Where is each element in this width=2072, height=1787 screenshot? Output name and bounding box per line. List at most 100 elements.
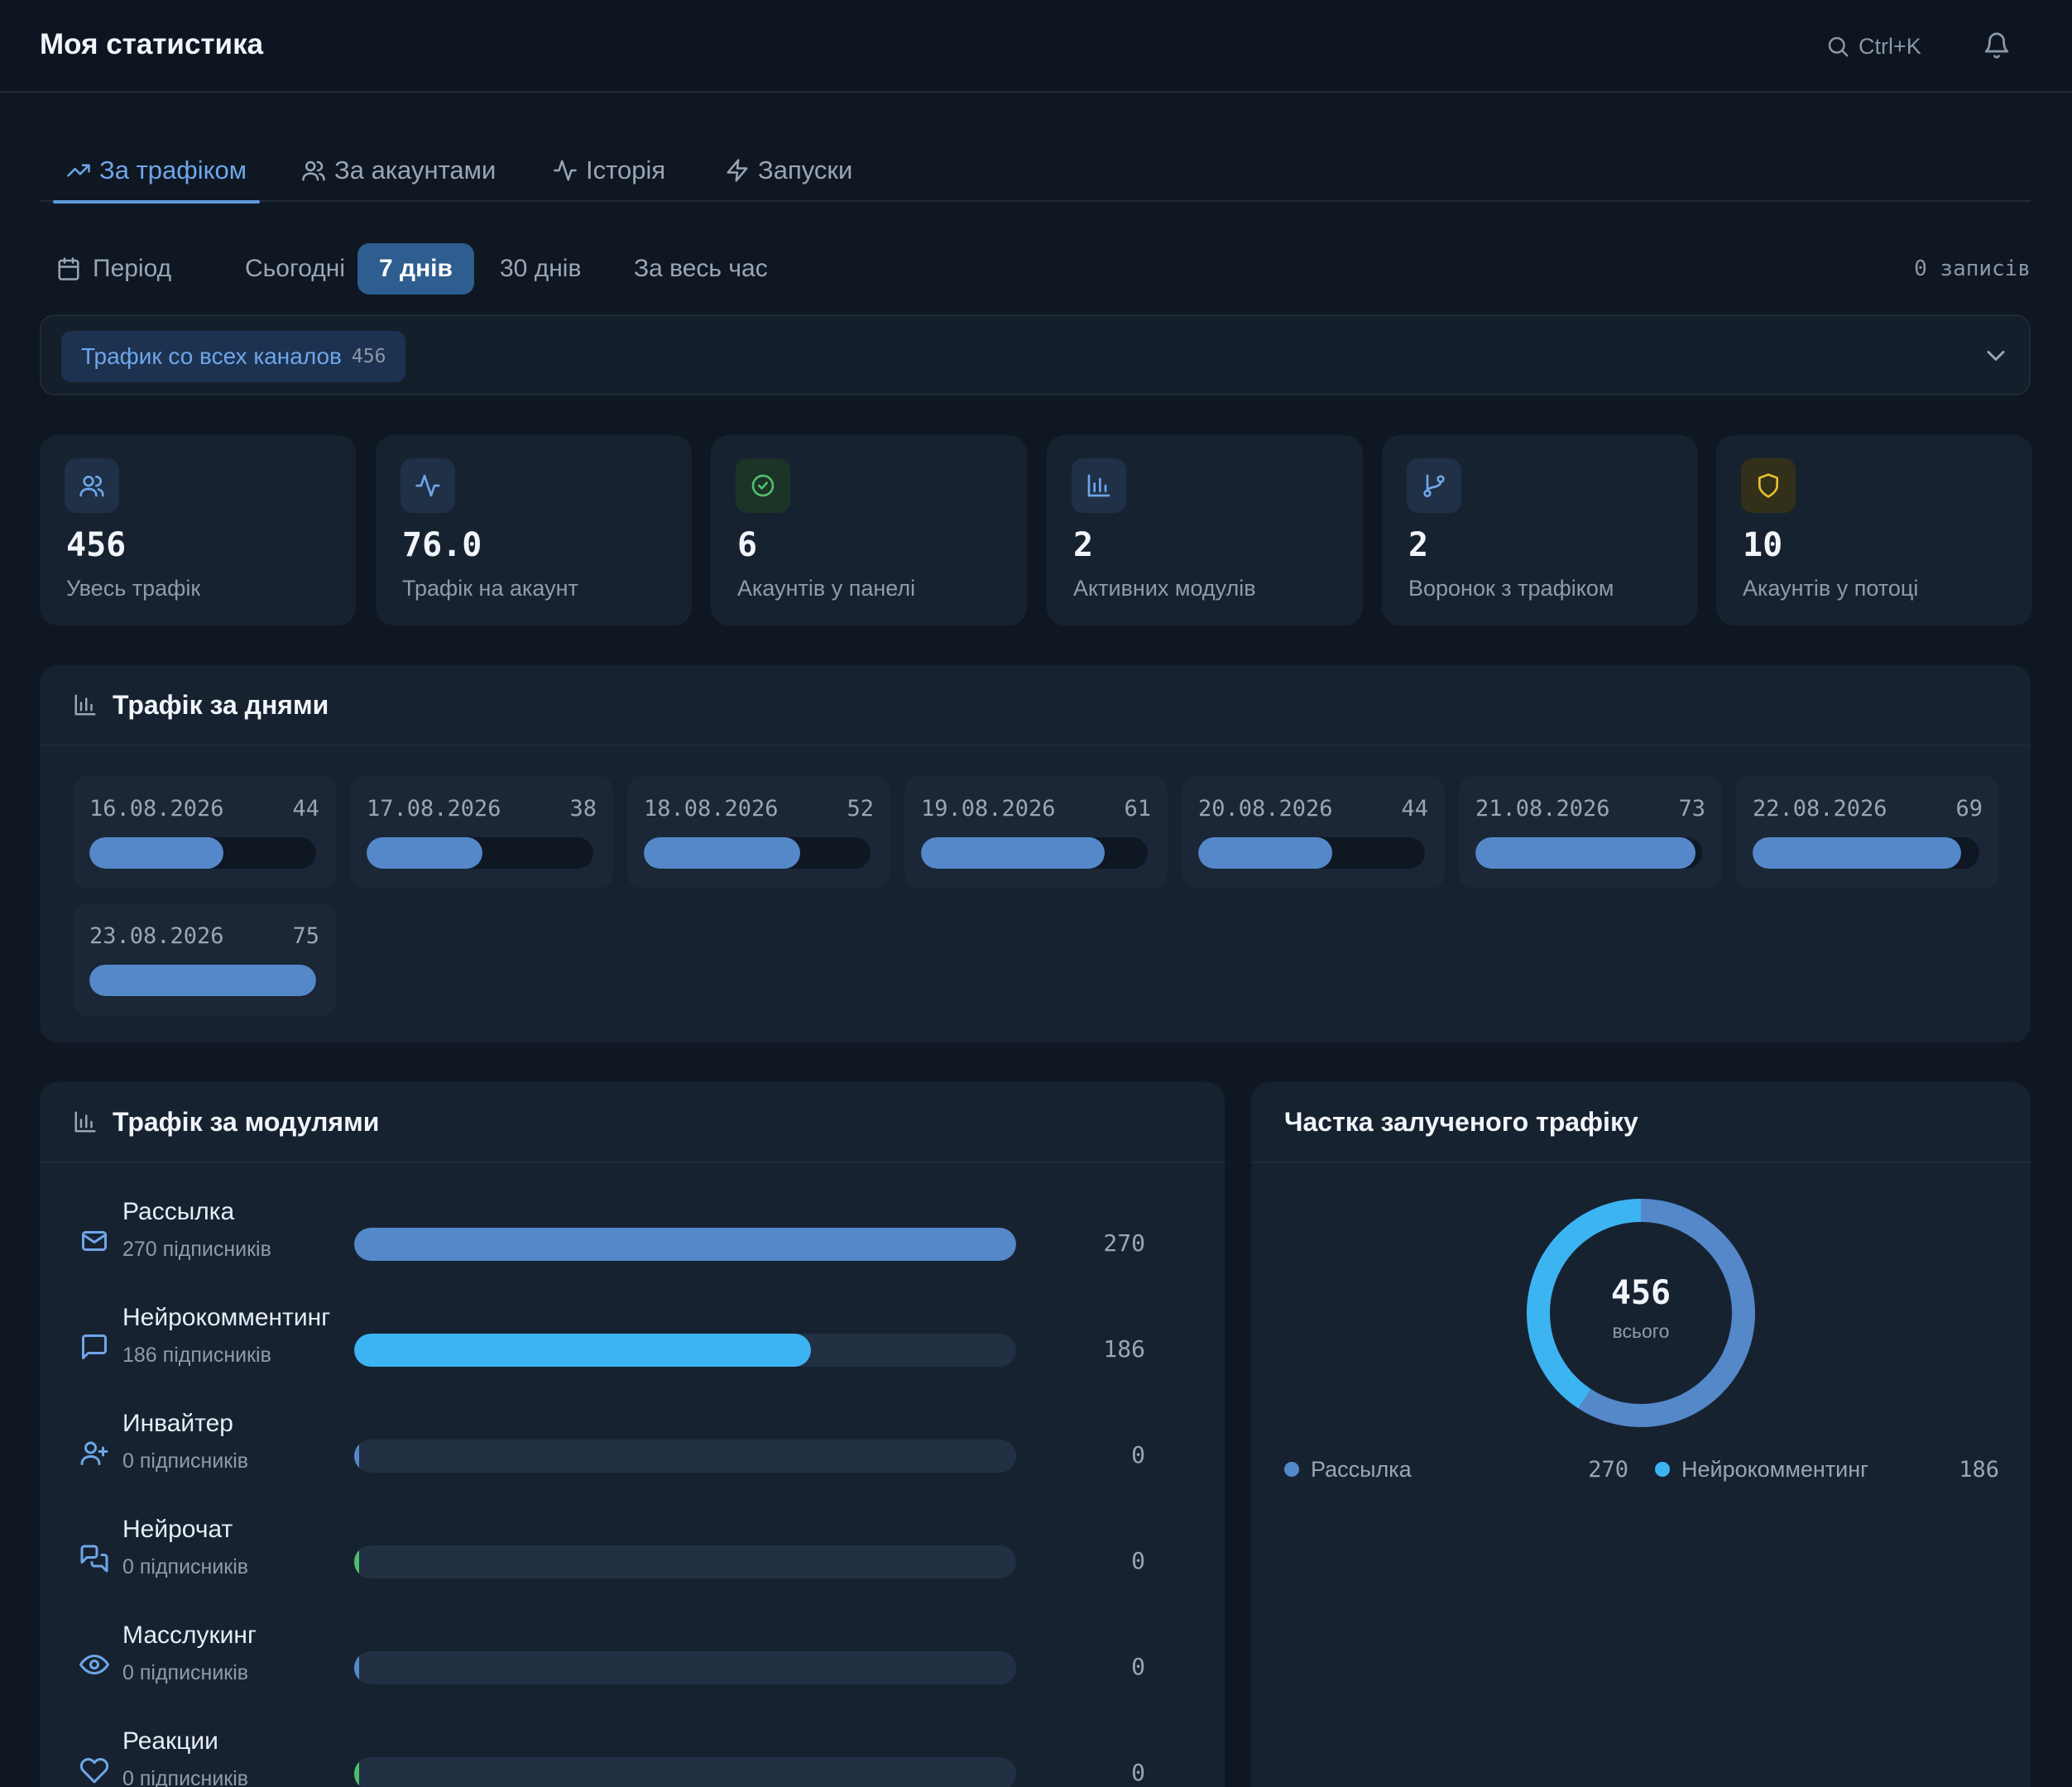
day-date: 19.08.2026 [921,796,1056,822]
period-today[interactable]: Сьогодні [223,243,367,295]
notifications-button[interactable] [1983,30,2011,63]
period-7-days[interactable]: 7 днів [357,243,474,295]
module-name: Инвайтер [122,1410,233,1437]
traffic-donut-chart [1527,1199,1755,1427]
tab-history[interactable]: Історія [540,139,679,202]
day-date: 21.08.2026 [1475,796,1610,822]
module-name: Реакции [122,1727,218,1755]
legend-item: Рассылка 270 [1284,1453,1628,1486]
module-progress-track [354,1440,1016,1473]
day-progress-track [1475,837,1702,869]
search-icon [1828,36,1849,57]
activity-icon [400,458,455,513]
day-progress-fill [89,965,316,996]
activity-icon [554,160,577,181]
stat-value: 10 [1743,526,1783,564]
day-progress-track [1753,837,1979,869]
module-name: Нейрочат [122,1516,233,1543]
day-progress-fill [1475,837,1695,869]
day-value: 38 [569,796,597,822]
day-date: 17.08.2026 [367,796,501,822]
module-row: Нейрокомментинг 186 підписників 186 [40,1292,1225,1398]
module-progress-track [354,1334,1016,1367]
module-progress-fill [354,1228,1016,1261]
message-square-icon [82,1334,107,1359]
eye-icon [79,1655,109,1674]
tab-label: За трафіком [99,156,247,184]
module-value: 0 [1131,1547,1145,1574]
records-count: 0 записів [1914,256,2031,281]
tab-label: Запуски [758,156,853,184]
day-tile: 16.08.2026 44 [73,776,336,889]
module-progress-track [354,1545,1016,1579]
module-progress-fill [354,1334,811,1367]
day-value: 61 [1124,796,1151,822]
stat-card-traffic-per-account: 76.0 Трафік на акаунт [376,435,692,625]
search-shortcut: Ctrl+K [1859,33,1921,59]
shield-icon [1741,458,1796,513]
stat-card-accounts-in-flow: 10 Акаунтів у потоці [1716,435,2032,625]
day-progress-track [1198,837,1425,869]
day-tile: 19.08.2026 61 [904,776,1168,889]
tab-bar: За трафіком За акаунтами Історія Запуски [40,139,2031,204]
day-progress-track [921,837,1148,869]
heart-icon [79,1757,109,1784]
module-value: 0 [1131,1441,1145,1468]
period-label: Період [56,243,171,295]
module-subscribers: 0 підписників [122,1555,249,1579]
check-circle-icon [736,458,790,513]
period-filter: Період Сьогодні 7 днів 30 днів За весь ч… [40,243,2031,295]
tab-label: Історія [586,156,666,184]
day-progress-track [644,837,871,869]
day-value: 44 [292,796,319,822]
stat-card-active-modules: 2 Активних модулів [1047,435,1363,625]
module-row: Нейрочат 0 підписників 0 [40,1504,1225,1610]
module-name: Масслукинг [122,1622,257,1649]
tab-accounts[interactable]: За акаунтами [288,139,509,202]
users-icon [302,160,325,181]
day-progress-fill [1198,837,1332,869]
chevron-down-icon[interactable] [1981,341,2011,371]
tab-traffic[interactable]: За трафіком [53,139,261,204]
legend-value: 186 [1959,1456,1999,1483]
period-30-days[interactable]: 30 днів [478,243,602,295]
legend-name: Рассылка [1311,1456,1412,1482]
panel-header: Трафік за модулями [40,1082,1225,1163]
channel-chip[interactable]: Трафик со всех каналов 456 [61,331,406,382]
panel-title: Трафік за днями [113,689,329,720]
day-value: 69 [1955,796,1983,822]
mail-icon [82,1231,107,1251]
period-all-time[interactable]: За весь час [612,243,789,295]
calendar-icon [58,257,79,280]
traffic-share-panel: Частка залученого трафіку [1251,1082,2031,1787]
module-value: 186 [1103,1335,1145,1363]
day-value: 44 [1401,796,1428,822]
module-progress-track [354,1651,1016,1684]
tab-label: За акаунтами [334,156,496,184]
panel-header: Трафік за днями [40,665,2031,746]
day-tile: 21.08.2026 73 [1459,776,1722,889]
stat-label: Увесь трафік [66,576,201,601]
legend-dot [1655,1462,1670,1477]
stat-label: Трафік на акаунт [402,576,578,601]
tab-launches[interactable]: Запуски [712,139,866,202]
stat-value: 456 [66,526,127,564]
user-plus-icon [80,1441,108,1465]
bar-chart-icon [1072,458,1126,513]
day-date: 20.08.2026 [1198,796,1333,822]
module-value: 0 [1131,1759,1145,1786]
channel-selector[interactable]: Трафик со всех каналов 456 [40,314,2031,395]
search-button[interactable]: Ctrl+K [1825,28,1921,65]
module-row: Инвайтер 0 підписників 0 [40,1398,1225,1504]
module-progress-fill [354,1757,359,1787]
zap-icon [727,159,748,182]
day-progress-fill [367,837,482,869]
panel-header: Частка залученого трафіку [1251,1082,2031,1163]
stat-card-accounts-in-panel: 6 Акаунтів у панелі [711,435,1027,625]
day-progress-fill [644,837,801,869]
module-subscribers: 0 підписників [122,1449,249,1473]
module-value: 0 [1131,1653,1145,1680]
day-progress-track [89,965,316,996]
panel-title: Трафік за модулями [113,1106,380,1137]
day-progress-fill [1753,837,1962,869]
